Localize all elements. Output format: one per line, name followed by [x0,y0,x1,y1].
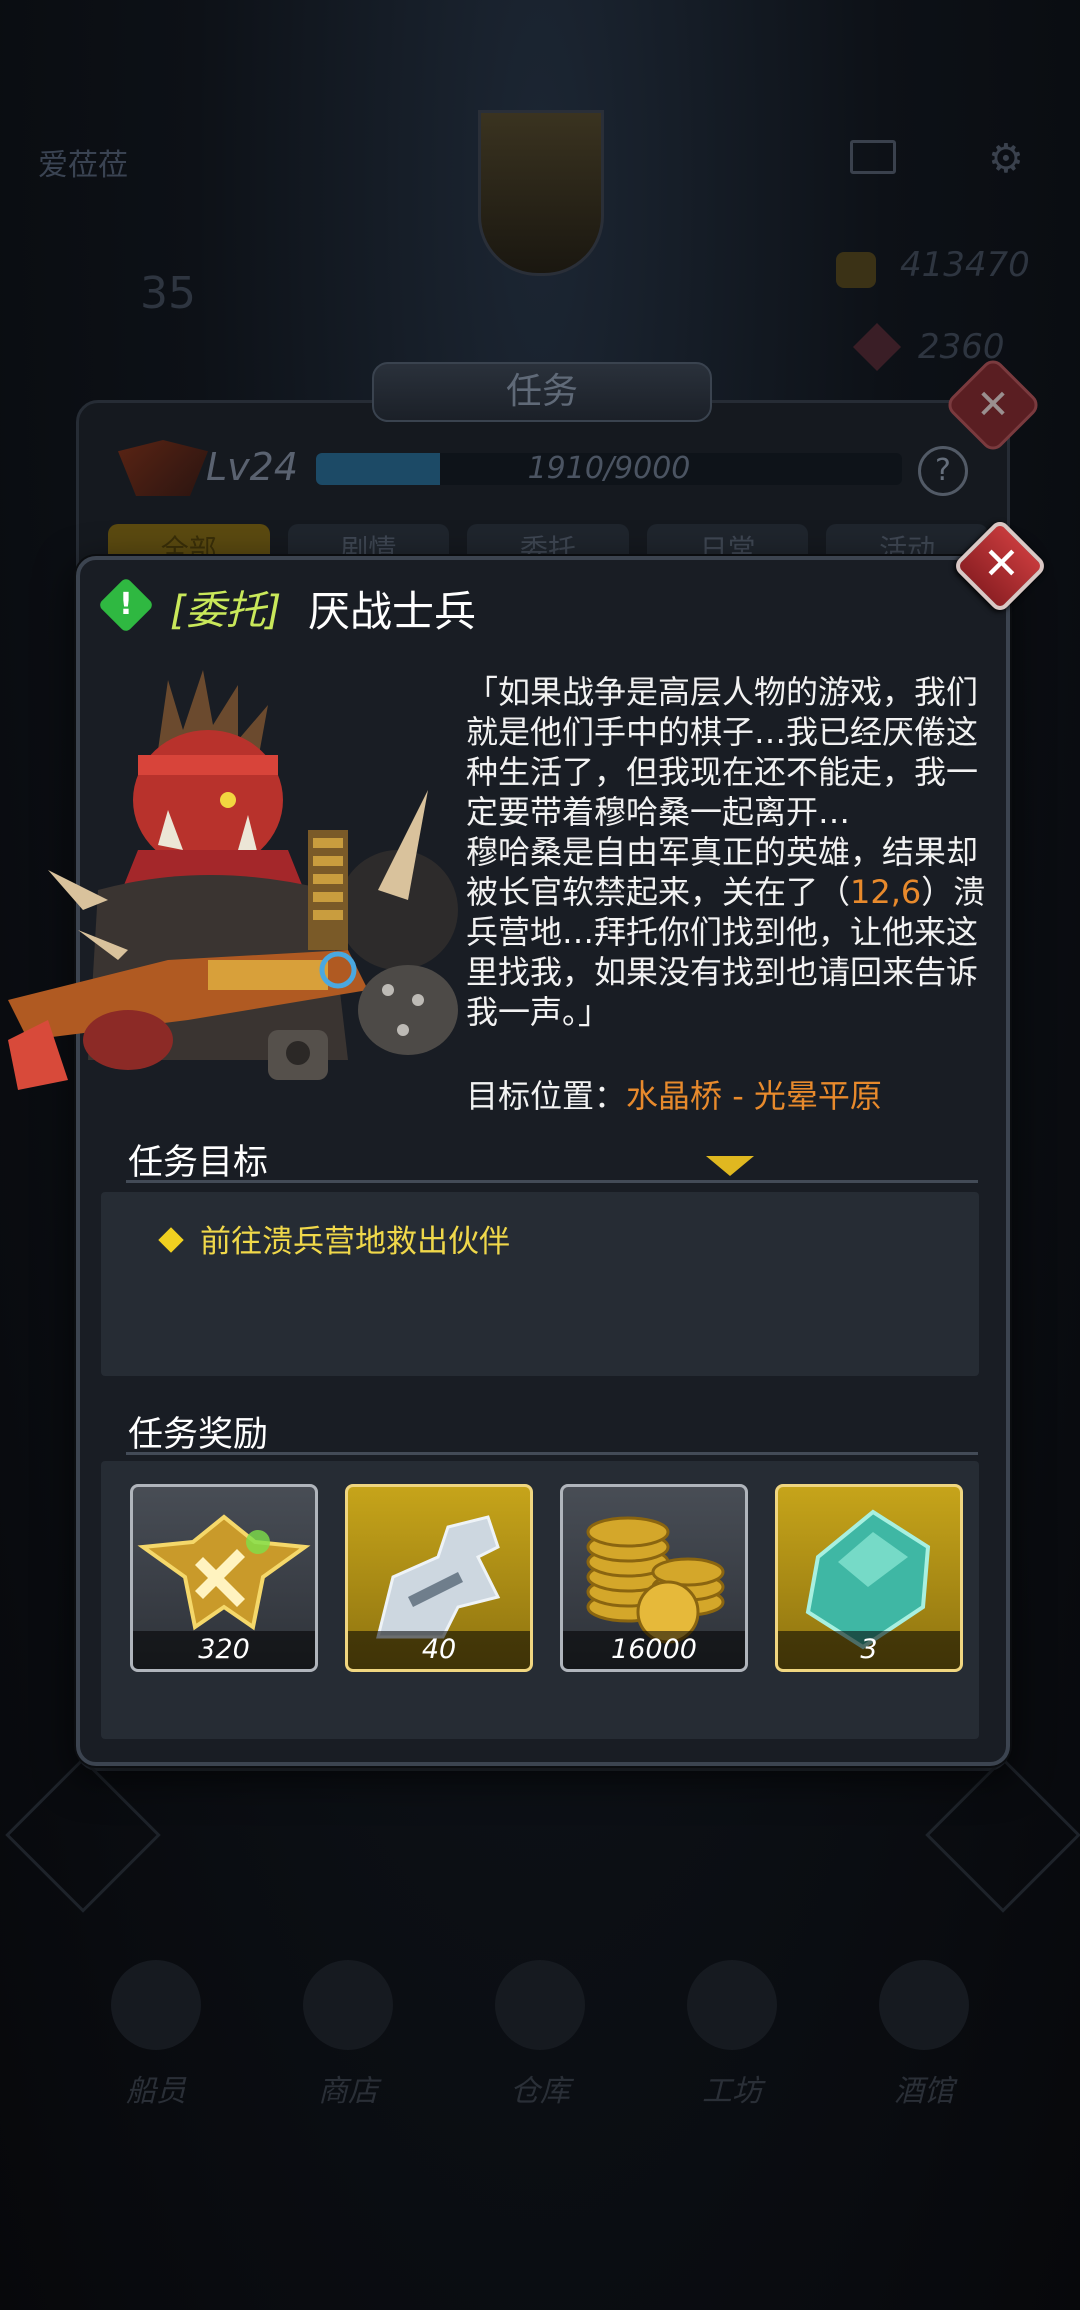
quest-panel-title: 任务 [372,362,712,422]
nav-workshop[interactable]: 工坊 [672,1960,792,2180]
shop-icon [303,1960,393,2050]
player-avatar[interactable] [478,110,604,276]
player-name: 爱莅莅 [38,148,128,183]
nav-shop[interactable]: 商店 [288,1960,408,2180]
nav-crew[interactable]: 船员 [96,1960,216,2180]
nav-tavern-label: 酒馆 [894,2074,954,2109]
objective-text: 前往溃兵营地救出伙伴 [200,1224,510,1260]
reward-item[interactable]: 16000 [560,1484,748,1672]
crew-icon [111,1960,201,2050]
target-location-value[interactable]: 水晶桥 - 光晕平原 [626,1077,882,1115]
bottom-nav: 船员 商店 仓库 工坊 酒馆 [0,1960,1080,2180]
player-level: 35 [140,268,196,319]
warehouse-icon [495,1960,585,2050]
reward-item[interactable]: 320 [130,1484,318,1672]
target-location: 目标位置：水晶桥 - 光晕平原 [466,1076,882,1116]
close-icon: ✕ [976,382,1010,428]
rewards-title: 任务奖励 [128,1415,269,1455]
objectives-divider [126,1180,978,1183]
nav-tavern[interactable]: 酒馆 [864,1960,984,2180]
tavern-icon [879,1960,969,2050]
target-location-label: 目标位置： [466,1077,627,1115]
nav-warehouse[interactable]: 仓库 [480,1960,600,2180]
mail-icon[interactable] [850,140,896,174]
close-icon: ✕ [982,538,1020,590]
objective-item: 前往溃兵营地救出伙伴 [158,1216,510,1261]
quest-level: Lv24 [206,445,299,489]
quest-description: 「如果战争是高层人物的游戏，我们就是他们手中的棋子…我已经厌倦这种生活了，但我现… [466,672,1006,1032]
reward-quantity: 40 [348,1631,530,1669]
quest-alert-icon: ! [97,576,155,634]
alert-mark: ! [119,587,133,622]
nav-crew-label: 船员 [126,2074,186,2109]
top-hud: 爱莅莅 ⚙ 35 413470 2360 [0,0,1080,372]
reward-quantity: 320 [133,1631,315,1669]
reward-item[interactable]: 3 [775,1484,963,1672]
nav-warehouse-label: 仓库 [510,2074,570,2109]
rewards-divider [126,1452,978,1455]
coin-count: 413470 [900,245,1030,285]
diamond-bullet-icon [158,1227,184,1253]
location-coordinates[interactable]: 12,6 [850,873,921,911]
description-text-1: 「如果战争是高层人物的游戏，我们就是他们手中的棋子…我已经厌倦这种生活了，但我现… [466,673,979,831]
npc-portrait [8,670,458,1090]
nav-workshop-label: 工坊 [702,2074,762,2109]
expand-arrow-icon[interactable] [706,1156,754,1176]
help-button[interactable]: ? [918,446,968,496]
nav-shop-label: 商店 [318,2074,378,2109]
quest-name: 厌战士兵 [308,587,477,636]
workshop-icon [687,1960,777,2050]
reward-item[interactable]: 40 [345,1484,533,1672]
objectives-title: 任务目标 [128,1143,269,1183]
exp-text: 1910/9000 [527,451,691,486]
reward-quantity: 16000 [563,1631,745,1669]
coin-icon [836,252,876,288]
settings-gear-icon[interactable]: ⚙ [988,136,1024,182]
reward-quantity: 3 [778,1631,960,1669]
quest-type-label: [委托] [170,588,282,634]
